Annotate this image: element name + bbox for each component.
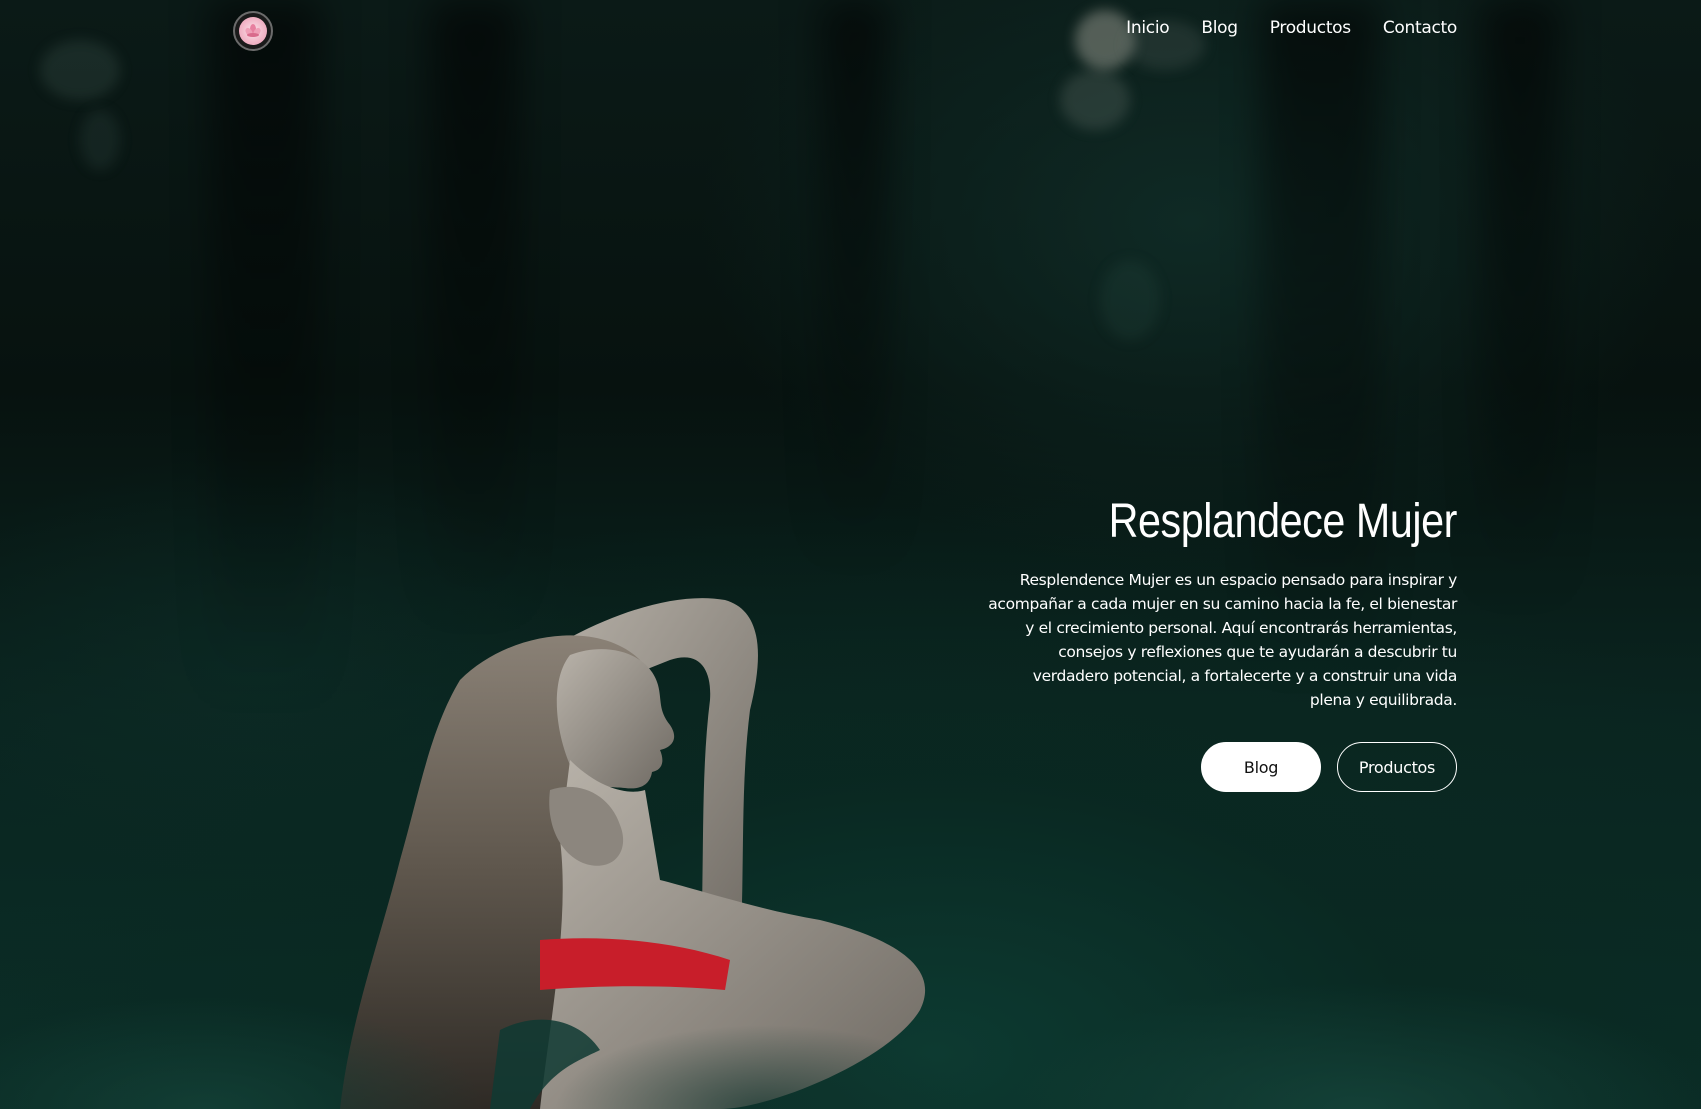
hero-content: Resplandece Mujer Resplendence Mujer es … — [987, 490, 1457, 792]
hero-buttons: Blog Productos — [987, 742, 1457, 792]
bokeh-light — [40, 40, 120, 100]
bokeh-light — [80, 110, 120, 170]
lotus-flower-icon — [239, 17, 267, 45]
blog-button[interactable]: Blog — [1201, 742, 1321, 792]
hero-title: Resplandece Mujer — [1108, 495, 1458, 548]
tree-trunk-shadow — [430, 0, 520, 620]
tree-trunk-shadow — [820, 0, 890, 560]
site-logo[interactable] — [233, 11, 273, 51]
nav-link-productos[interactable]: Productos — [1270, 18, 1351, 38]
fern-foreground — [0, 849, 1701, 1109]
tree-trunk-shadow — [1480, 0, 1560, 600]
hero-description: Resplendence Mujer es un espacio pensado… — [988, 571, 1457, 709]
bokeh-light — [1100, 260, 1160, 340]
productos-button[interactable]: Productos — [1337, 742, 1457, 792]
nav-link-contacto[interactable]: Contacto — [1383, 18, 1457, 38]
bokeh-light — [1060, 70, 1130, 130]
nav-link-inicio[interactable]: Inicio — [1126, 18, 1169, 38]
tree-trunk-shadow — [210, 0, 320, 700]
nav-link-blog[interactable]: Blog — [1201, 18, 1238, 38]
hero-section: Inicio Blog Productos Contacto Resplande… — [0, 0, 1701, 1109]
main-navigation: Inicio Blog Productos Contacto — [1126, 18, 1457, 38]
